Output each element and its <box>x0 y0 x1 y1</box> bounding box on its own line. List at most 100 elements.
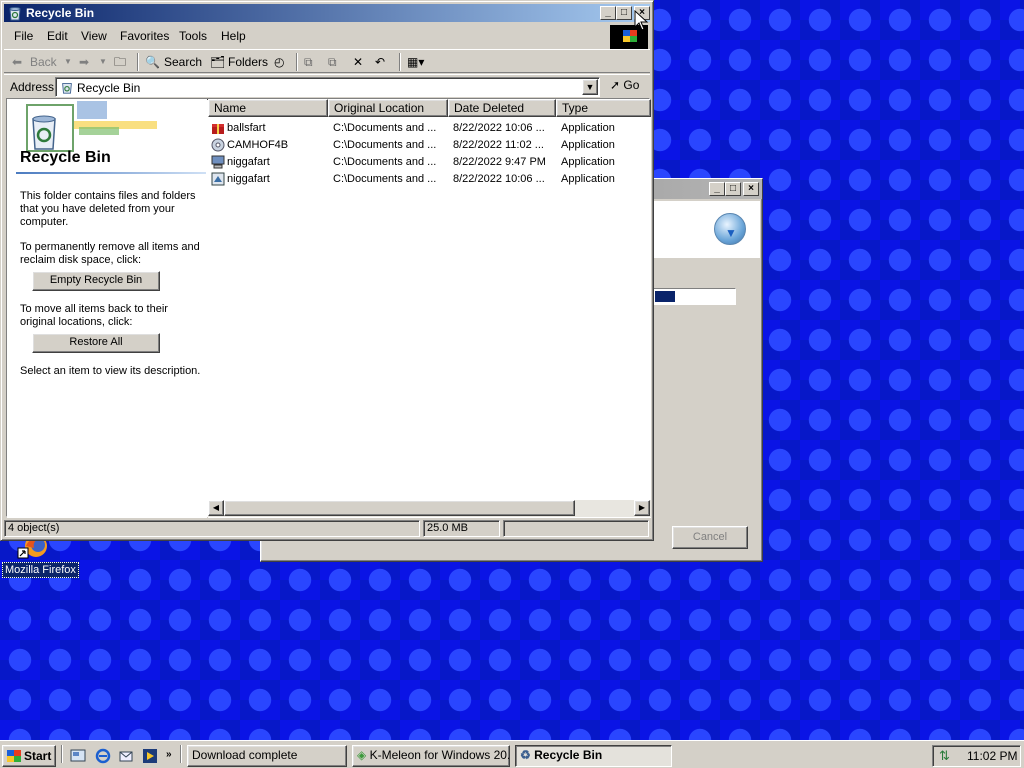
cancel-button[interactable]: Cancel <box>672 526 748 549</box>
row-date: 8/22/2022 10:06 ... <box>453 122 545 134</box>
show-desktop-icon[interactable] <box>70 748 86 764</box>
menu-file[interactable]: File <box>14 29 33 43</box>
history-button[interactable]: ◴ <box>274 54 284 70</box>
row-location: C:\Documents and ... <box>333 139 437 151</box>
outlook-express-icon[interactable] <box>118 748 134 764</box>
forward-dropdown-icon[interactable]: ▼ <box>99 54 107 70</box>
row-name: ballsfart <box>227 122 266 134</box>
start-button[interactable]: Start <box>2 745 56 767</box>
window-title: Recycle Bin <box>26 6 95 20</box>
row-type: Application <box>561 156 615 168</box>
progress-fill <box>655 291 675 302</box>
close-button[interactable]: × <box>743 182 759 196</box>
maximize-button[interactable]: □ <box>616 6 632 20</box>
clock[interactable]: 11:02 PM <box>967 749 1017 763</box>
mouse-cursor-icon <box>634 10 649 31</box>
address-value: Recycle Bin <box>77 81 141 95</box>
column-header-type[interactable]: Type <box>556 99 651 117</box>
scroll-thumb[interactable] <box>224 500 575 516</box>
table-row[interactable]: ballsfart C:\Documents and ... 8/22/2022… <box>208 120 651 137</box>
installer-icon <box>211 172 225 186</box>
table-row[interactable]: CAMHOF4B C:\Documents and ... 8/22/2022 … <box>208 137 651 154</box>
row-type: Application <box>561 173 615 185</box>
up-folder-button[interactable]: 🗀 <box>114 54 126 70</box>
system-tray: ⇅ 11:02 PM <box>932 745 1021 767</box>
recycle-bin-window: Recycle Bin _ □ × File Edit View Favorit… <box>0 0 654 541</box>
delete-button[interactable]: ✕ <box>353 54 363 70</box>
pane-title: Recycle Bin <box>20 149 111 166</box>
taskbar-separator <box>61 745 63 763</box>
taskbar-separator <box>180 745 182 763</box>
search-icon: 🔍 <box>145 55 160 69</box>
restore-all-button[interactable]: Restore All <box>32 333 160 353</box>
row-location: C:\Documents and ... <box>333 122 437 134</box>
computer-icon <box>211 155 225 169</box>
back-dropdown-icon[interactable]: ▼ <box>64 54 72 70</box>
toolbar-separator <box>296 53 298 71</box>
taskbar: Start » Download complete ◈ K-Meleon for… <box>0 740 1024 768</box>
horizontal-scrollbar[interactable]: ◀ ▶ <box>208 500 651 517</box>
scroll-left-icon[interactable]: ◀ <box>208 500 224 516</box>
folders-icon: 🗂 <box>210 55 226 69</box>
maximize-button[interactable]: □ <box>725 182 741 196</box>
minimize-button[interactable]: _ <box>709 182 725 196</box>
scroll-right-icon[interactable]: ▶ <box>634 500 650 516</box>
move-to-button[interactable]: ⧉ <box>304 54 313 70</box>
column-header-date[interactable]: Date Deleted <box>448 99 556 117</box>
column-header-name[interactable]: Name <box>208 99 328 117</box>
recycle-bin-icon <box>9 7 21 21</box>
empty-recycle-bin-button[interactable]: Empty Recycle Bin <box>32 271 160 291</box>
status-zone <box>503 520 649 537</box>
table-row[interactable]: niggafart C:\Documents and ... 8/22/2022… <box>208 171 651 188</box>
menu-view[interactable]: View <box>81 29 107 43</box>
recycle-bin-icon <box>62 83 72 94</box>
internet-explorer-icon[interactable] <box>95 748 111 764</box>
row-name: niggafart <box>227 173 270 185</box>
status-object-count: 4 object(s) <box>4 520 420 537</box>
download-progress-bar <box>653 288 736 305</box>
file-list: Name Original Location Date Deleted Type… <box>208 99 651 518</box>
row-date: 8/22/2022 11:02 ... <box>453 139 544 151</box>
row-name: niggafart <box>227 156 270 168</box>
search-button[interactable]: Search <box>164 54 202 70</box>
task-recycle-bin[interactable]: ♻ Recycle Bin <box>515 745 672 767</box>
minimize-button[interactable]: _ <box>600 6 616 20</box>
forward-button[interactable]: ➡ <box>79 54 89 70</box>
status-size: 25.0 MB <box>423 520 500 537</box>
firefox-label[interactable]: Mozilla Firefox <box>2 562 79 578</box>
folders-button[interactable]: Folders <box>228 54 268 70</box>
media-player-icon[interactable] <box>142 748 158 764</box>
menu-tools[interactable]: Tools <box>179 29 207 43</box>
task-recycle-bin-label: Recycle Bin <box>534 748 603 762</box>
title-underline <box>16 172 206 174</box>
content-area: Recycle Bin This folder contains files a… <box>6 98 651 518</box>
network-icon[interactable]: ⇅ <box>939 748 950 764</box>
row-name: CAMHOF4B <box>227 139 289 151</box>
row-location: C:\Documents and ... <box>333 173 437 185</box>
menu-bar: File Edit View Favorites Tools Help <box>4 25 604 47</box>
row-type: Application <box>561 122 615 134</box>
back-button[interactable]: Back <box>30 54 57 70</box>
download-globe-icon <box>714 213 746 245</box>
recycle-bin-icon: ♻ <box>520 748 531 762</box>
cd-icon <box>211 138 225 152</box>
views-button[interactable]: ▦▾ <box>407 54 424 70</box>
titlebar[interactable]: Recycle Bin _ □ × <box>4 4 650 22</box>
menu-favorites[interactable]: Favorites <box>120 29 169 43</box>
undo-button[interactable]: ↶ <box>375 54 385 70</box>
copy-to-button[interactable]: ⧉ <box>328 54 337 70</box>
address-input[interactable]: Recycle Bin ▼ <box>55 77 600 97</box>
go-arrow-icon: ➚ <box>610 78 621 92</box>
address-dropdown-icon[interactable]: ▼ <box>582 79 598 95</box>
menu-edit[interactable]: Edit <box>47 29 68 43</box>
table-row[interactable]: niggafart C:\Documents and ... 8/22/2022… <box>208 154 651 171</box>
menu-help[interactable]: Help <box>221 29 246 43</box>
address-label: Address <box>10 80 55 94</box>
column-header-location[interactable]: Original Location <box>328 99 448 117</box>
row-location: C:\Documents and ... <box>333 156 437 168</box>
task-kmeleon[interactable]: ◈ K-Meleon for Windows 20... <box>352 745 510 767</box>
go-button[interactable]: ➚ Go <box>610 78 639 92</box>
gift-box-icon <box>212 124 224 134</box>
quicklaunch-chevron-icon[interactable]: » <box>166 747 172 763</box>
task-download-complete[interactable]: Download complete <box>187 745 347 767</box>
